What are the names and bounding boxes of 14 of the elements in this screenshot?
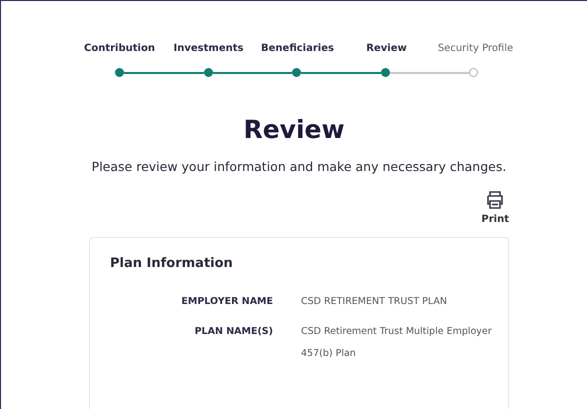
card-title: Plan Information bbox=[110, 256, 234, 271]
print-button[interactable]: Print bbox=[481, 190, 509, 225]
step-label[interactable]: Investments bbox=[164, 43, 253, 54]
step-label[interactable]: Beneficiaries bbox=[253, 43, 342, 54]
field-label: EMPLOYER NAME bbox=[180, 295, 273, 309]
field-value: CSD RETIREMENT TRUST PLAN bbox=[301, 295, 448, 309]
field-value: CSD Retirement Trust Multiple Employer 457(b) Plan bbox=[301, 325, 493, 361]
field-label: PLAN NAME(S) bbox=[194, 325, 273, 339]
page-title: Review bbox=[242, 115, 346, 145]
step-label[interactable]: Review bbox=[342, 43, 431, 54]
step-label[interactable]: Security Profile bbox=[431, 43, 520, 54]
instructions-text: Please review your information and make any necessary changes. bbox=[90, 159, 508, 174]
step-label[interactable]: Contribution bbox=[75, 43, 164, 54]
printer-icon bbox=[485, 190, 506, 210]
